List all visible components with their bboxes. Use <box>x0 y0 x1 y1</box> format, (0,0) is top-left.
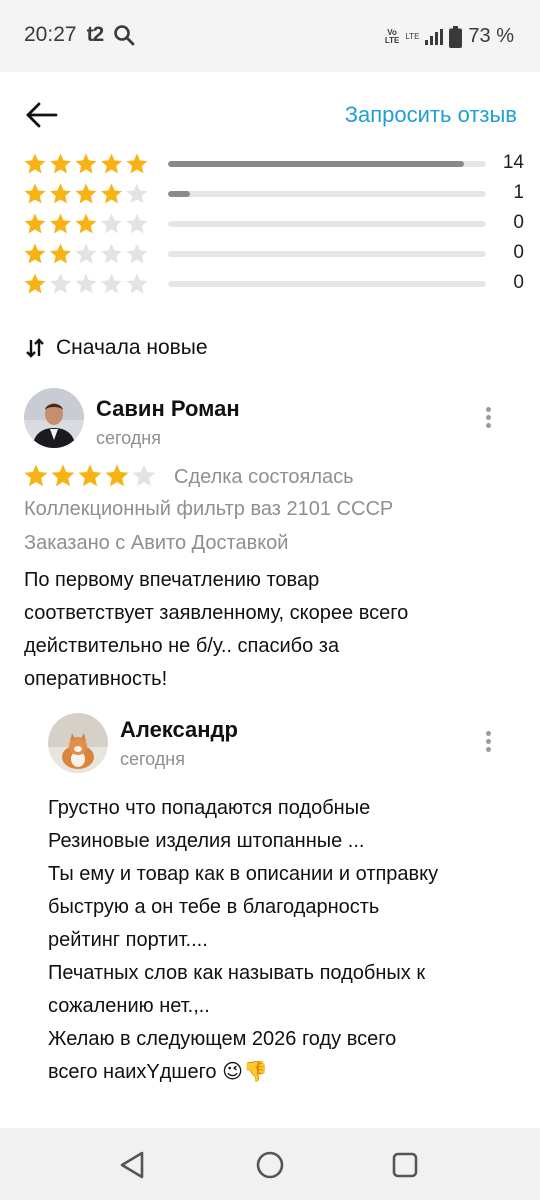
review-date: сегодня <box>96 428 161 448</box>
review-text: По первому впечатлению товар соответству… <box>24 569 409 690</box>
star-empty-icon <box>126 183 148 204</box>
star-filled-icon <box>51 464 75 487</box>
star-filled-icon <box>75 183 97 204</box>
stars-5-icon <box>24 153 148 174</box>
star-filled-icon <box>101 153 122 174</box>
delivery-info: Заказано с Авито Доставкой <box>24 532 289 554</box>
star-filled-icon <box>78 464 102 487</box>
rating-count-4: 1 <box>513 182 524 203</box>
rating-count-5: 14 <box>502 152 524 173</box>
rating-bar-2 <box>168 251 486 257</box>
square-recents-icon[interactable] <box>388 1148 422 1182</box>
reply-date: сегодня <box>120 749 185 769</box>
reply-more-icon[interactable] <box>478 728 498 758</box>
system-nav-bar <box>0 1128 540 1200</box>
reply-avatar[interactable] <box>48 713 108 773</box>
review-stars-icon <box>24 464 156 487</box>
rating-count-2: 0 <box>513 242 524 263</box>
stars-4-icon <box>24 183 148 204</box>
star-empty-icon <box>101 243 122 264</box>
carrier-logo: t2 <box>86 23 105 46</box>
star-filled-icon <box>24 243 46 264</box>
rating-bar-4 <box>168 191 486 197</box>
stars-3-icon <box>24 213 148 234</box>
star-empty-icon <box>132 464 156 487</box>
rating-bar-3 <box>168 221 486 227</box>
rating-count-3: 0 <box>513 212 524 233</box>
reply-author[interactable]: Александр <box>120 717 238 743</box>
rating-row-2: 0 <box>24 241 524 271</box>
star-empty-icon <box>101 213 122 234</box>
status-right: Vo LTE LTE 73 % <box>385 25 514 48</box>
star-filled-icon <box>126 153 148 174</box>
star-empty-icon <box>101 273 122 294</box>
star-empty-icon <box>126 243 148 264</box>
signal-icon <box>425 28 444 45</box>
rating-row-1: 0 <box>24 271 524 301</box>
status-bar: 20:27 t2 Vo LTE LTE 73 % <box>0 0 540 72</box>
star-empty-icon <box>126 213 148 234</box>
rating-row-3: 0 <box>24 211 524 241</box>
star-filled-icon <box>50 243 71 264</box>
search-icon <box>114 25 135 46</box>
star-empty-icon <box>50 273 71 294</box>
stars-1-icon <box>24 273 148 294</box>
triangle-back-icon[interactable] <box>116 1148 150 1182</box>
star-filled-icon <box>50 213 71 234</box>
star-filled-icon <box>24 183 46 204</box>
volte-indicator: Vo LTE <box>384 27 400 45</box>
star-filled-icon <box>50 183 71 204</box>
review-author[interactable]: Савин Роман <box>96 396 240 422</box>
sort-button[interactable]: Сначала новые <box>24 332 208 364</box>
rating-bar-5 <box>168 161 486 167</box>
star-empty-icon <box>75 273 97 294</box>
reply-text: Грустно что попадаются подобные Резиновы… <box>48 797 439 1083</box>
star-filled-icon <box>24 153 46 174</box>
sort-label: Сначала новые <box>56 336 208 359</box>
item-title: Коллекционный фильтр ваз 2101 СССР <box>24 498 394 520</box>
star-filled-icon <box>24 213 46 234</box>
battery-percent: 73 % <box>468 25 514 47</box>
battery-icon <box>449 25 463 48</box>
star-filled-icon <box>75 213 97 234</box>
rating-row-4: 1 <box>24 181 524 211</box>
avatar[interactable] <box>24 388 84 448</box>
cat-photo-icon <box>48 713 108 773</box>
circle-home-icon[interactable] <box>253 1148 287 1182</box>
top-toolbar: Запросить отзыв <box>0 88 540 144</box>
rating-bar-1 <box>168 281 486 287</box>
sort-arrows-icon <box>26 338 44 358</box>
deal-status: Сделка состоялась <box>174 466 354 488</box>
star-filled-icon <box>101 183 122 204</box>
stars-2-icon <box>24 243 148 264</box>
user-photo-icon <box>24 388 84 448</box>
request-review-link[interactable]: Запросить отзыв <box>345 102 517 128</box>
star-filled-icon <box>50 153 71 174</box>
star-empty-icon <box>126 273 148 294</box>
clock: 20:27 <box>24 23 77 46</box>
rating-count-1: 0 <box>513 272 524 293</box>
star-filled-icon <box>24 273 46 294</box>
lte-indicator: LTE <box>405 31 420 41</box>
star-filled-icon <box>105 464 129 487</box>
star-filled-icon <box>24 464 48 487</box>
star-filled-icon <box>75 153 97 174</box>
review-more-icon[interactable] <box>478 404 498 434</box>
arrow-left-icon[interactable] <box>24 100 60 130</box>
status-left: 20:27 t2 <box>24 23 135 47</box>
rating-row-5: 14 <box>24 151 524 181</box>
star-empty-icon <box>75 243 97 264</box>
